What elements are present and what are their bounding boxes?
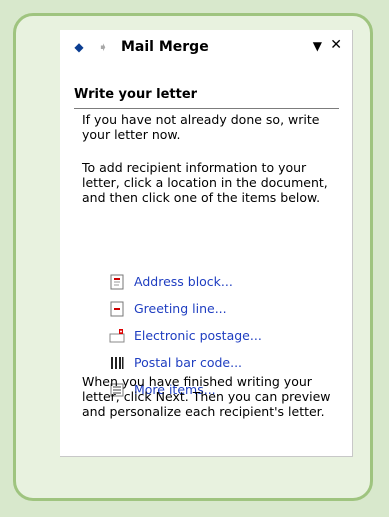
- electronic-postage-link[interactable]: Electronic postage...: [108, 322, 338, 349]
- back-arrow-icon[interactable]: ◆: [71, 39, 87, 55]
- instructions-text: To add recipient information to your let…: [82, 160, 328, 205]
- intro-text: If you have not already done so, write y…: [82, 112, 320, 142]
- mail-merge-task-pane: ◆ ➧ Mail Merge ▼ ✕ Write your letter If …: [60, 30, 353, 457]
- task-pane-titlebar: ◆ ➧ Mail Merge ▼ ✕: [60, 30, 352, 64]
- electronic-postage-label: Electronic postage...: [134, 328, 262, 343]
- dropdown-arrow-icon[interactable]: ▼: [313, 39, 322, 53]
- task-pane-title: Mail Merge: [121, 39, 209, 55]
- address-block-label: Address block...: [134, 274, 233, 289]
- postal-bar-code-icon: [108, 354, 126, 372]
- address-block-link[interactable]: Address block...: [108, 268, 338, 295]
- electronic-postage-icon: [108, 327, 126, 345]
- postal-bar-code-link[interactable]: Postal bar code...: [108, 349, 338, 376]
- close-icon[interactable]: ✕: [330, 37, 342, 53]
- greeting-line-link[interactable]: Greeting line...: [108, 295, 338, 322]
- section-heading: Write your letter: [74, 80, 339, 109]
- greeting-line-label: Greeting line...: [134, 301, 227, 316]
- greeting-line-icon: [108, 300, 126, 318]
- postal-bar-code-label: Postal bar code...: [134, 355, 243, 370]
- address-block-icon: [108, 273, 126, 291]
- forward-arrow-icon[interactable]: ➧: [95, 39, 111, 55]
- footer-text: When you have finished writing your lett…: [82, 374, 331, 419]
